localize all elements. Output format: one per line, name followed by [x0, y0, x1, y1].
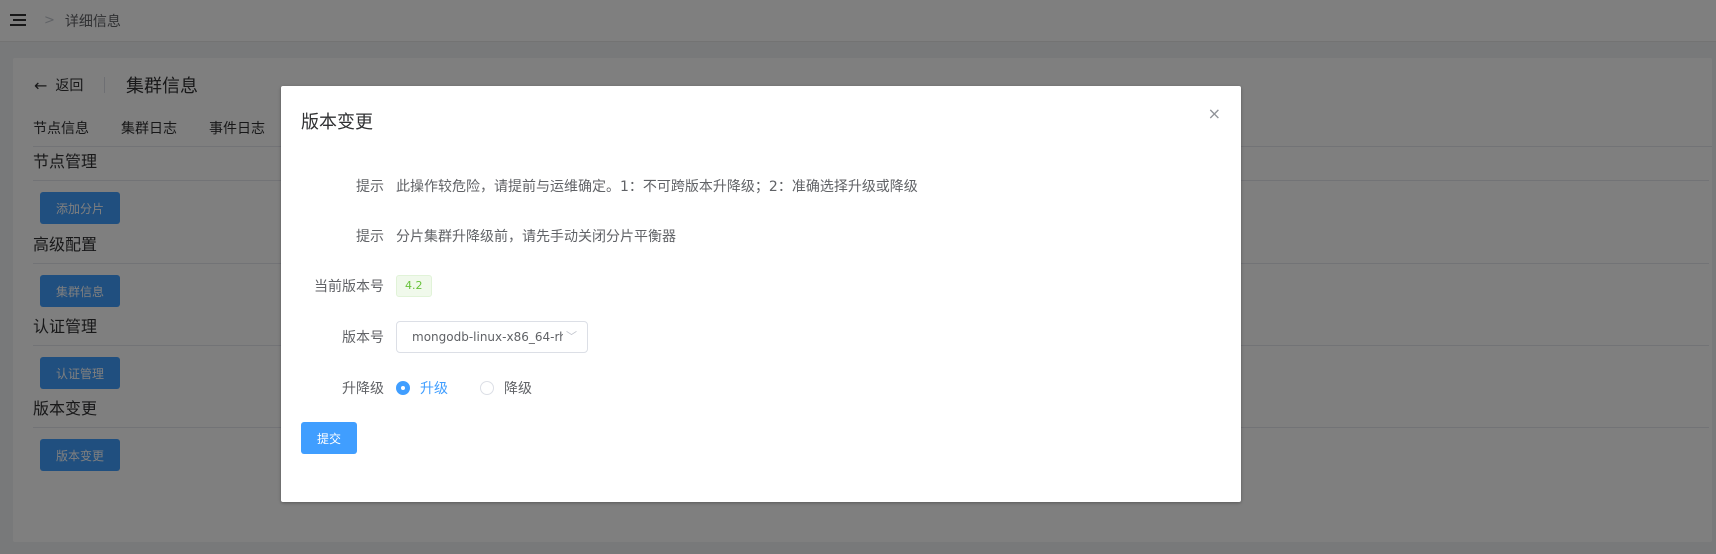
current-version-label: 当前版本号	[314, 279, 384, 295]
version-label: 版本号	[342, 330, 384, 346]
direction-row: 升降级 升级 降级	[281, 378, 1241, 398]
hint-row-1: 提示 此操作较危险，请提前与运维确定。1：不可跨版本升降级；2：准确选择升级或降…	[281, 176, 1241, 196]
hint-text: 此操作较危险，请提前与运维确定。1：不可跨版本升降级；2：准确选择升级或降级	[396, 179, 918, 195]
radio-upgrade[interactable]: 升级	[396, 378, 448, 398]
radio-downgrade[interactable]: 降级	[480, 378, 532, 398]
hint-row-2: 提示 分片集群升降级前，请先手动关闭分片平衡器	[281, 226, 1241, 246]
version-change-dialog: 版本变更 × 提示 此操作较危险，请提前与运维确定。1：不可跨版本升降级；2：准…	[281, 86, 1241, 502]
radio-dot	[480, 381, 494, 395]
hint-label: 提示	[356, 229, 384, 245]
dialog-title: 版本变更	[301, 112, 373, 133]
direction-label: 升降级	[342, 381, 384, 397]
close-icon[interactable]: ×	[1208, 104, 1221, 123]
radio-label: 降级	[504, 381, 532, 397]
version-select[interactable]: mongodb-linux-x86_64-rhe ﹀	[396, 321, 588, 353]
chevron-down-icon: ﹀	[563, 328, 577, 344]
hint-text: 分片集群升降级前，请先手动关闭分片平衡器	[396, 229, 676, 245]
version-row: 版本号 mongodb-linux-x86_64-rhe ﹀	[281, 321, 1241, 353]
hint-label: 提示	[356, 179, 384, 195]
submit-button[interactable]: 提交	[301, 422, 357, 454]
version-select-value: mongodb-linux-x86_64-rhe	[412, 330, 575, 344]
current-version-tag: 4.2	[396, 275, 432, 297]
radio-dot	[396, 381, 410, 395]
radio-label: 升级	[420, 381, 448, 397]
current-version-row: 当前版本号 4.2	[281, 275, 1241, 297]
